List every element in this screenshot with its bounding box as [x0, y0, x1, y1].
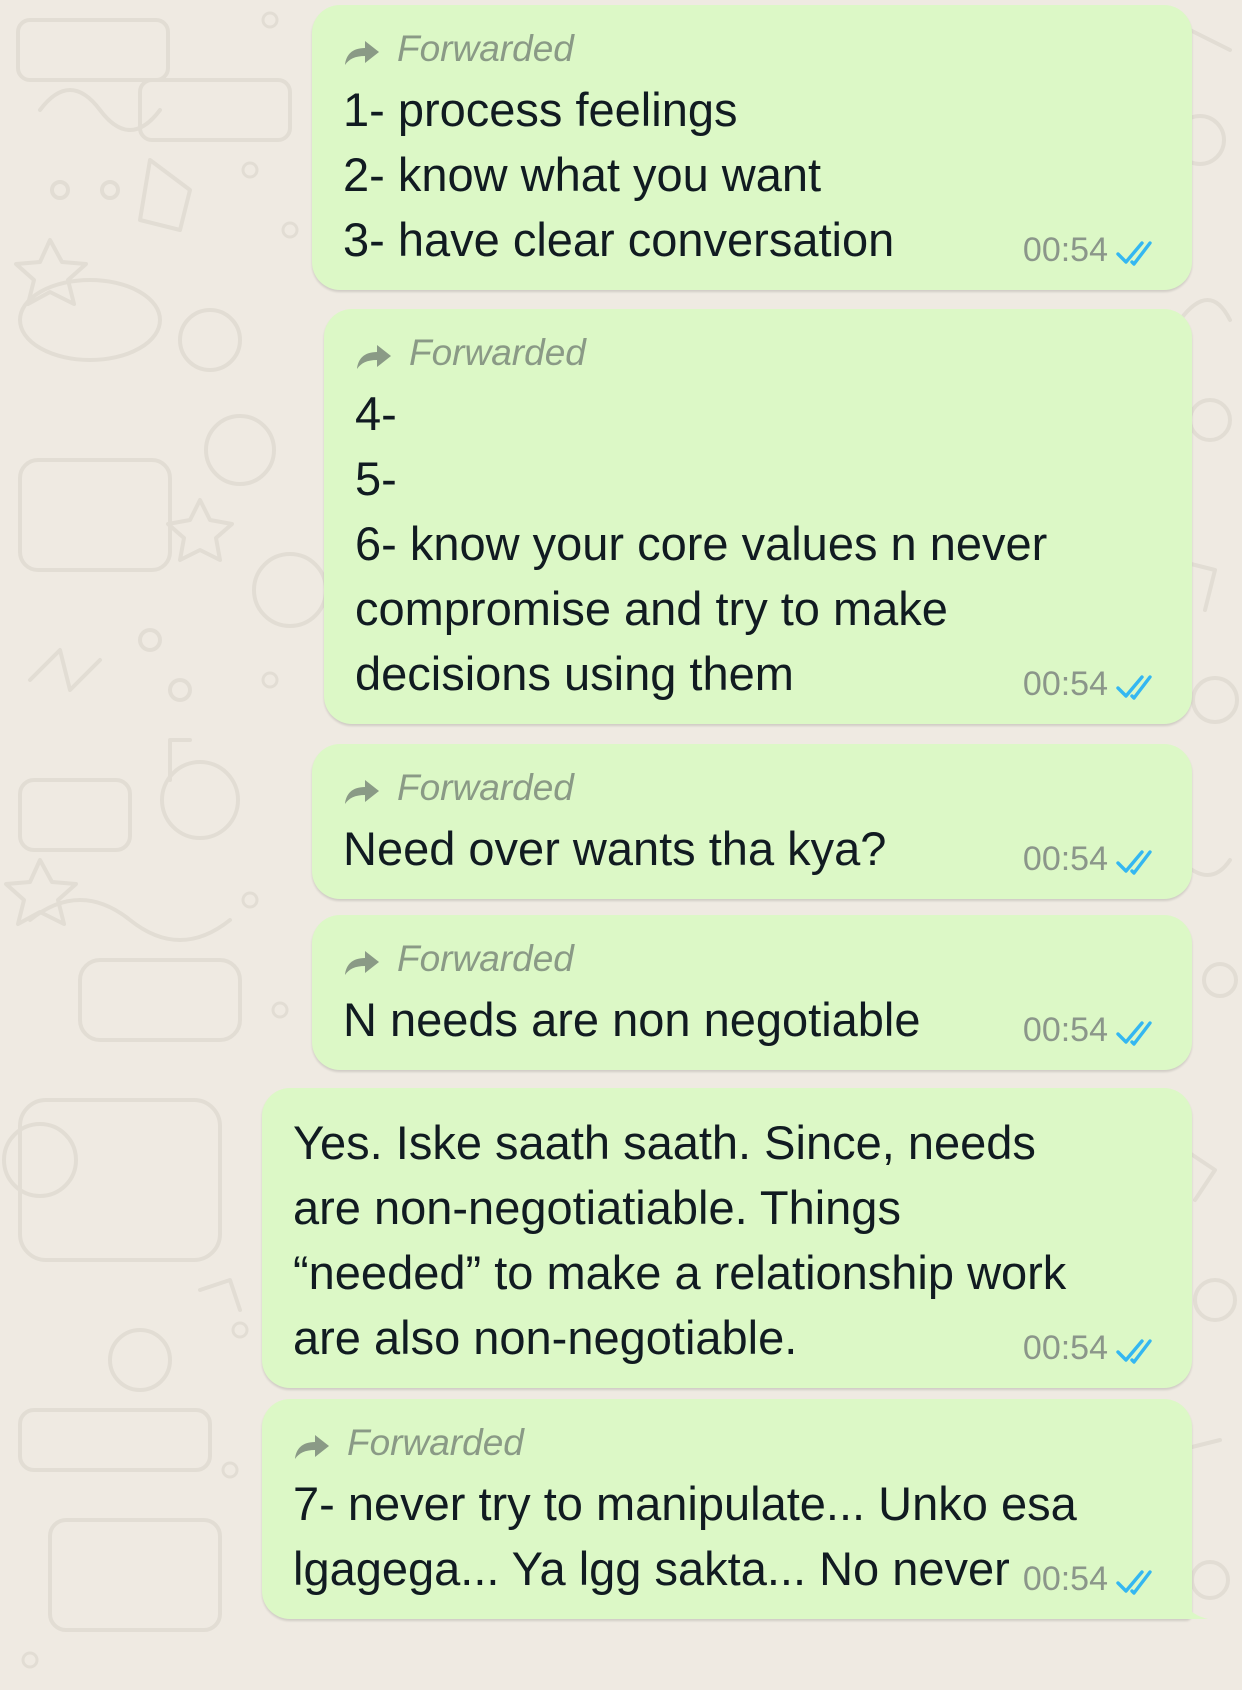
- message-meta: 00:54: [1023, 230, 1162, 270]
- message-time: 00:54: [1022, 1011, 1108, 1049]
- forwarded-text: Forwarded: [397, 767, 574, 808]
- forward-arrow-icon: [343, 773, 381, 804]
- message-line: 1- process feelings: [343, 83, 738, 136]
- forwarded-text: Forwarded: [397, 938, 574, 979]
- message-line: “needed” to make a relationship work: [293, 1246, 1067, 1299]
- message-time: 00:54: [1022, 1560, 1108, 1598]
- double-check-read-icon: [1116, 1334, 1162, 1364]
- double-check-read-icon: [1116, 236, 1162, 266]
- message-bubble[interactable]: Forwarded 4- 5- 6- know your core values n …: [324, 309, 1192, 724]
- forwarded-label: Forwarded: [343, 27, 1162, 71]
- message-bubble[interactable]: Forwarded Need over wants tha kya? 00:54: [312, 744, 1192, 899]
- message-meta: 00:54: [1023, 1328, 1162, 1368]
- message-line: 4-: [355, 387, 397, 440]
- forward-arrow-icon: [293, 1428, 331, 1459]
- message-line: 7- never try to manipulate... Unko esa: [293, 1477, 1077, 1530]
- message-time: 00:54: [1022, 1329, 1108, 1367]
- message-line: 2- know what you want: [343, 148, 822, 201]
- message-bubble[interactable]: Yes. Iske saath saath. Since, needs are n…: [262, 1088, 1192, 1388]
- bubble-tail: [1180, 1593, 1208, 1619]
- double-check-read-icon: [1116, 845, 1162, 875]
- message-text: 4- 5- 6- know your core values n never comp…: [355, 381, 1162, 706]
- message-time: 00:54: [1022, 665, 1108, 703]
- message-time: 00:54: [1022, 231, 1108, 269]
- double-check-read-icon: [1116, 670, 1162, 700]
- message-bubble[interactable]: Forwarded 7- never try to manipulate... U…: [262, 1399, 1208, 1619]
- message-line: 5-: [355, 452, 397, 505]
- forwarded-label: Forwarded: [343, 766, 1162, 810]
- forward-arrow-icon: [355, 338, 393, 369]
- forwarded-text: Forwarded: [397, 28, 574, 69]
- chat-message-list: Forwarded 1- process feelings 2- know what…: [0, 0, 1242, 1690]
- message-meta: 00:54: [1023, 839, 1162, 879]
- forwarded-label: Forwarded: [343, 937, 1162, 981]
- message-line: are non-negotiatiable. Things: [293, 1181, 901, 1234]
- message-bubble[interactable]: Forwarded N needs are non negotiable 00:54: [312, 915, 1192, 1070]
- message-meta: 00:54: [1023, 664, 1162, 704]
- forwarded-label: Forwarded: [293, 1421, 1162, 1465]
- message-line: compromise and try to make: [355, 582, 948, 635]
- message-line: Yes. Iske saath saath. Since, needs: [293, 1116, 1036, 1169]
- message-time: 00:54: [1022, 840, 1108, 878]
- forwarded-text: Forwarded: [409, 332, 586, 373]
- message-meta: 00:54: [1023, 1559, 1162, 1599]
- forward-arrow-icon: [343, 34, 381, 65]
- forward-arrow-icon: [343, 944, 381, 975]
- double-check-read-icon: [1116, 1016, 1162, 1046]
- message-meta: 00:54: [1023, 1010, 1162, 1050]
- message-line: 6- know your core values n never: [355, 517, 1048, 570]
- double-check-read-icon: [1116, 1565, 1162, 1595]
- forwarded-text: Forwarded: [347, 1422, 524, 1463]
- message-bubble[interactable]: Forwarded 1- process feelings 2- know what…: [312, 5, 1192, 290]
- forwarded-label: Forwarded: [355, 331, 1162, 375]
